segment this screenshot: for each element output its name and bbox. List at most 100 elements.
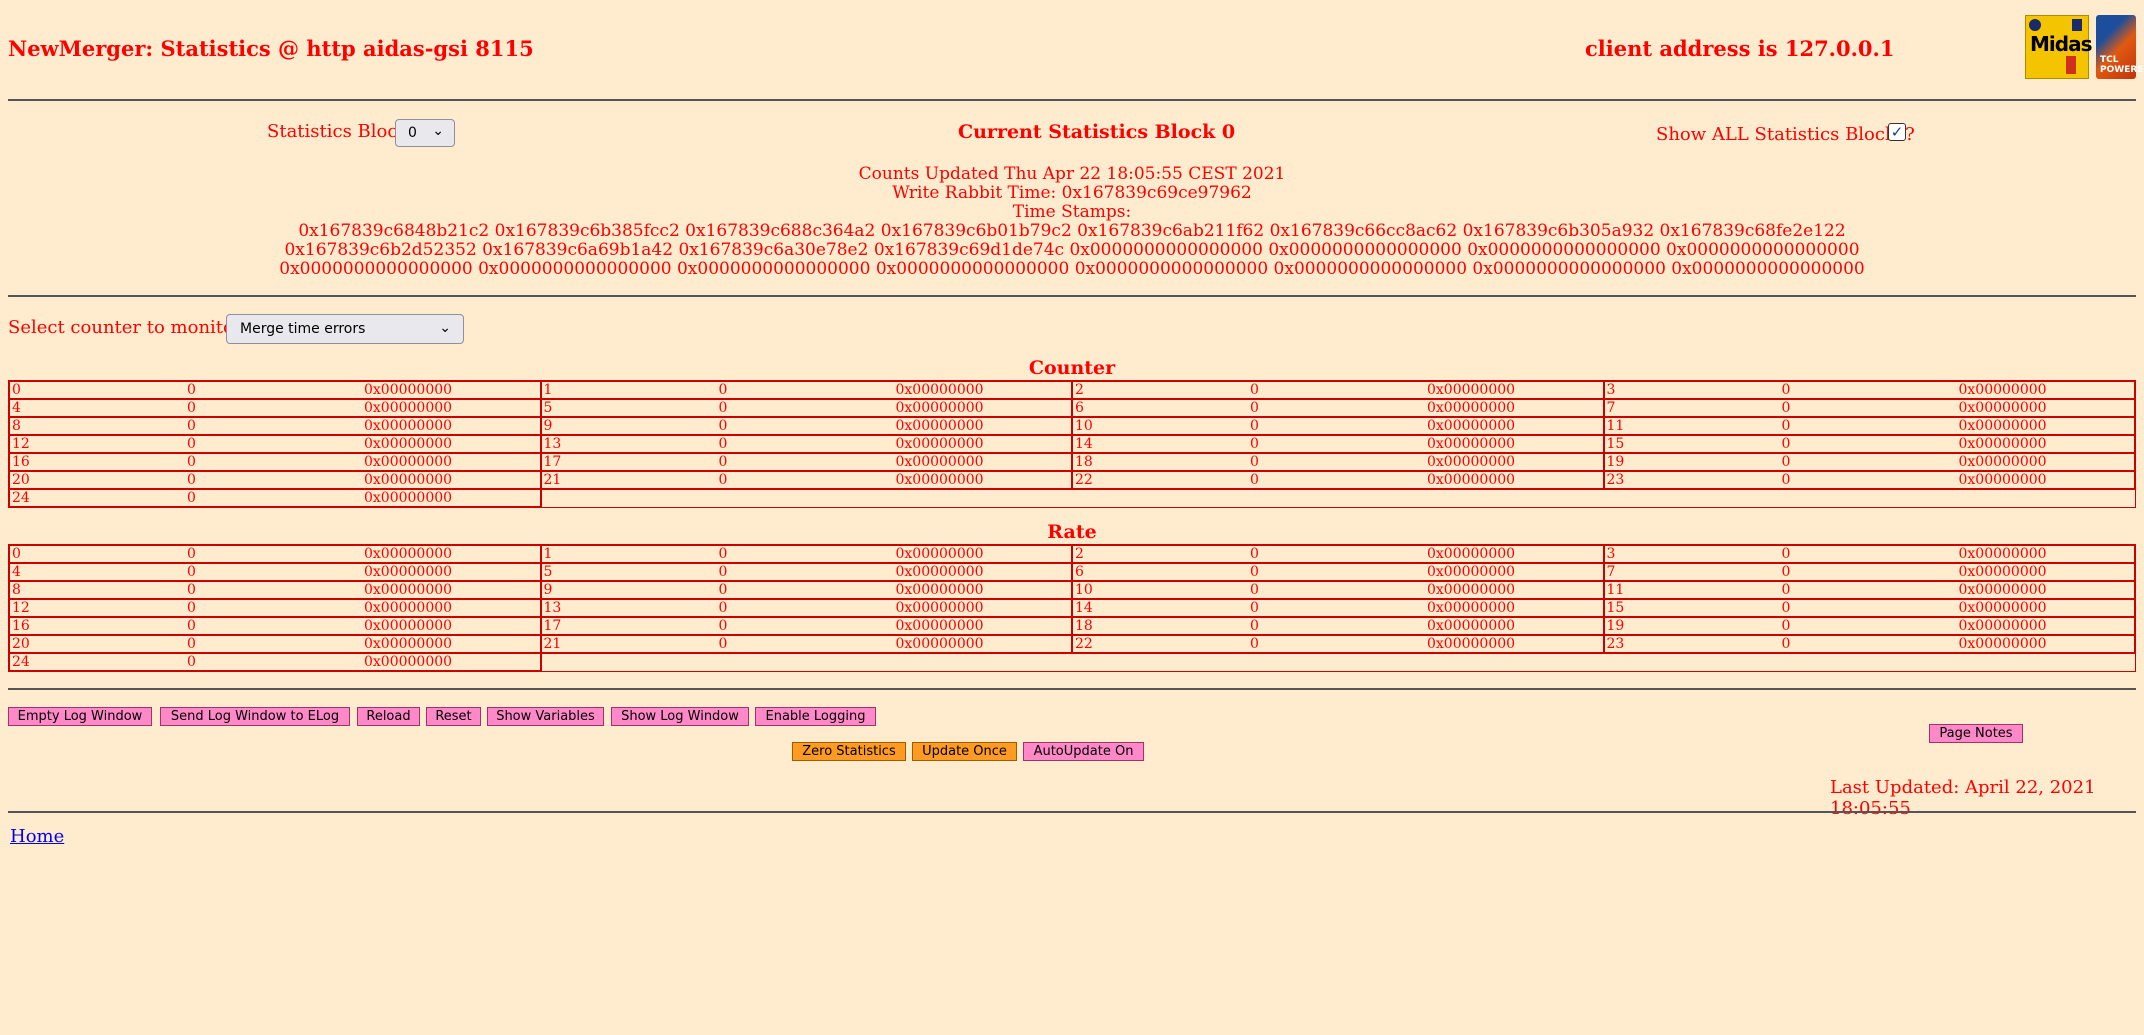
cell-index: 3: [1606, 546, 1616, 562]
table-cell: 3 0 0x00000000: [1602, 544, 2136, 564]
table-cell: 17 0 0x00000000: [539, 616, 1073, 636]
cell-hex: 0x00000000: [1427, 618, 1516, 634]
table-row: 24 0 0x00000000: [8, 652, 2136, 672]
cell-count: 0: [1781, 382, 1791, 398]
table-row: 16 0 0x00000000 17 0 0x00000000 18 0 0x00000000 1…: [8, 616, 2136, 636]
rate-title: Rate: [1047, 521, 1097, 543]
chevron-down-icon: ⌄: [432, 123, 444, 139]
cell-count: 0: [718, 618, 728, 634]
cell-hex: 0x00000000: [1427, 636, 1516, 652]
cell-count: 0: [718, 418, 728, 434]
empty-log-button[interactable]: Empty Log Window: [8, 707, 152, 726]
stats-block-value: 0: [408, 125, 417, 141]
cell-count: 0: [1781, 400, 1791, 416]
table-cell: 1 0 0x00000000: [539, 544, 1073, 564]
show-variables-button[interactable]: Show Variables: [487, 707, 604, 726]
cell-hex: 0x00000000: [1958, 436, 2047, 452]
cell-index: 14: [1075, 600, 1093, 616]
send-log-button[interactable]: Send Log Window to ELog: [160, 707, 350, 726]
cell-hex: 0x00000000: [895, 454, 984, 470]
cell-hex: 0x00000000: [1958, 564, 2047, 580]
table-cell: 20 0 0x00000000: [8, 634, 542, 654]
enable-logging-button[interactable]: Enable Logging: [755, 707, 876, 726]
table-row: 12 0 0x00000000 13 0 0x00000000 14 0 0x00000000 1…: [8, 598, 2136, 618]
cell-index: 12: [12, 600, 30, 616]
cell-count: 0: [1781, 600, 1791, 616]
table-row: 16 0 0x00000000 17 0 0x00000000 18 0 0x00000000 1…: [8, 452, 2136, 472]
cell-hex: 0x00000000: [1427, 600, 1516, 616]
divider: [8, 99, 2136, 101]
reload-button[interactable]: Reload: [357, 707, 420, 726]
reset-button[interactable]: Reset: [426, 707, 481, 726]
table-row: 8 0 0x00000000 9 0 0x00000000 10 0 0x00000000 11 0…: [8, 416, 2136, 436]
cell-index: 4: [12, 564, 21, 580]
cell-index: 5: [543, 400, 553, 416]
table-cell: 0 0 0x00000000: [8, 544, 542, 564]
cell-count: 0: [1781, 546, 1791, 562]
monitor-label: Select counter to monitor: [8, 317, 243, 338]
table-cell: 19 0 0x00000000: [1602, 616, 2136, 636]
cell-count: 0: [1250, 418, 1259, 434]
midas-logo: Midas: [2025, 15, 2092, 79]
show-log-window-button[interactable]: Show Log Window: [611, 707, 749, 726]
cell-hex: 0x00000000: [1958, 400, 2047, 416]
cell-index: 14: [1075, 436, 1093, 452]
table-cell: 9 0 0x00000000: [539, 416, 1073, 436]
show-all-checkbox[interactable]: ✓: [1888, 123, 1906, 141]
cell-count: 0: [718, 564, 728, 580]
cell-index: 5: [543, 564, 553, 580]
cell-index: 2: [1075, 382, 1084, 398]
cell-index: 20: [12, 636, 30, 652]
cell-hex: 0x00000000: [364, 490, 453, 506]
show-all-label: Show ALL Statistics Blocks?: [1656, 124, 1915, 145]
cell-index: 21: [543, 636, 562, 652]
cell-count: 0: [187, 636, 196, 652]
cell-index: 9: [543, 582, 553, 598]
cell-count: 0: [718, 546, 728, 562]
table-cell: 9 0 0x00000000: [539, 580, 1073, 600]
cell-index: 23: [1606, 472, 1625, 488]
zero-statistics-button[interactable]: Zero Statistics: [792, 742, 906, 761]
counter-select[interactable]: Merge time errors ⌄: [226, 314, 464, 344]
cell-hex: 0x00000000: [364, 600, 453, 616]
table-cell: 14 0 0x00000000: [1071, 434, 1605, 454]
table-cell: 7 0 0x00000000: [1602, 398, 2136, 418]
home-link[interactable]: Home: [10, 826, 64, 847]
autoupdate-button[interactable]: AutoUpdate On: [1023, 742, 1144, 761]
cell-index: 9: [543, 418, 553, 434]
cell-hex: 0x00000000: [1427, 382, 1516, 398]
table-cell: 18 0 0x00000000: [1071, 616, 1605, 636]
cell-count: 0: [187, 618, 196, 634]
rate-table: 0 0 0x00000000 1 0 0x00000000 2 0 0x00000000 3 0 0x…: [8, 544, 2136, 672]
cell-hex: 0x00000000: [895, 582, 984, 598]
cell-count: 0: [187, 454, 196, 470]
cell-hex: 0x00000000: [1427, 472, 1516, 488]
update-once-button[interactable]: Update Once: [912, 742, 1017, 761]
cell-index: 22: [1075, 636, 1093, 652]
cell-index: 16: [12, 618, 30, 634]
table-row: 20 0 0x00000000 21 0 0x00000000 22 0 0x00000000 2…: [8, 634, 2136, 654]
cell-count: 0: [1781, 454, 1791, 470]
stats-block-select[interactable]: 0 ⌄: [395, 119, 455, 147]
cell-index: 18: [1075, 454, 1093, 470]
cell-index: 24: [12, 490, 30, 506]
cell-hex: 0x00000000: [364, 418, 453, 434]
cell-index: 23: [1606, 636, 1625, 652]
cell-count: 0: [718, 472, 728, 488]
counts-updated: Counts Updated Thu Apr 22 18:05:55 CEST …: [858, 164, 1286, 184]
cell-hex: 0x00000000: [895, 636, 984, 652]
table-cell: 17 0 0x00000000: [539, 452, 1073, 472]
cell-hex: 0x00000000: [895, 600, 984, 616]
cell-hex: 0x00000000: [1427, 418, 1516, 434]
cell-count: 0: [1250, 472, 1259, 488]
page-notes-button[interactable]: Page Notes: [1929, 724, 2023, 743]
timestamps-line-3: 0x0000000000000000 0x0000000000000000 0x…: [279, 259, 1865, 279]
table-cell: 12 0 0x00000000: [8, 598, 542, 618]
table-cell: 20 0 0x00000000: [8, 470, 542, 490]
table-cell: 10 0 0x00000000: [1071, 416, 1605, 436]
table-cell: 16 0 0x00000000: [8, 616, 542, 636]
cell-index: 1: [543, 382, 553, 398]
write-rabbit-time: Write Rabbit Time: 0x167839c69ce97962: [892, 183, 1252, 203]
table-cell: 24 0 0x00000000: [8, 652, 542, 672]
table-cell: 2 0 0x00000000: [1071, 380, 1605, 400]
